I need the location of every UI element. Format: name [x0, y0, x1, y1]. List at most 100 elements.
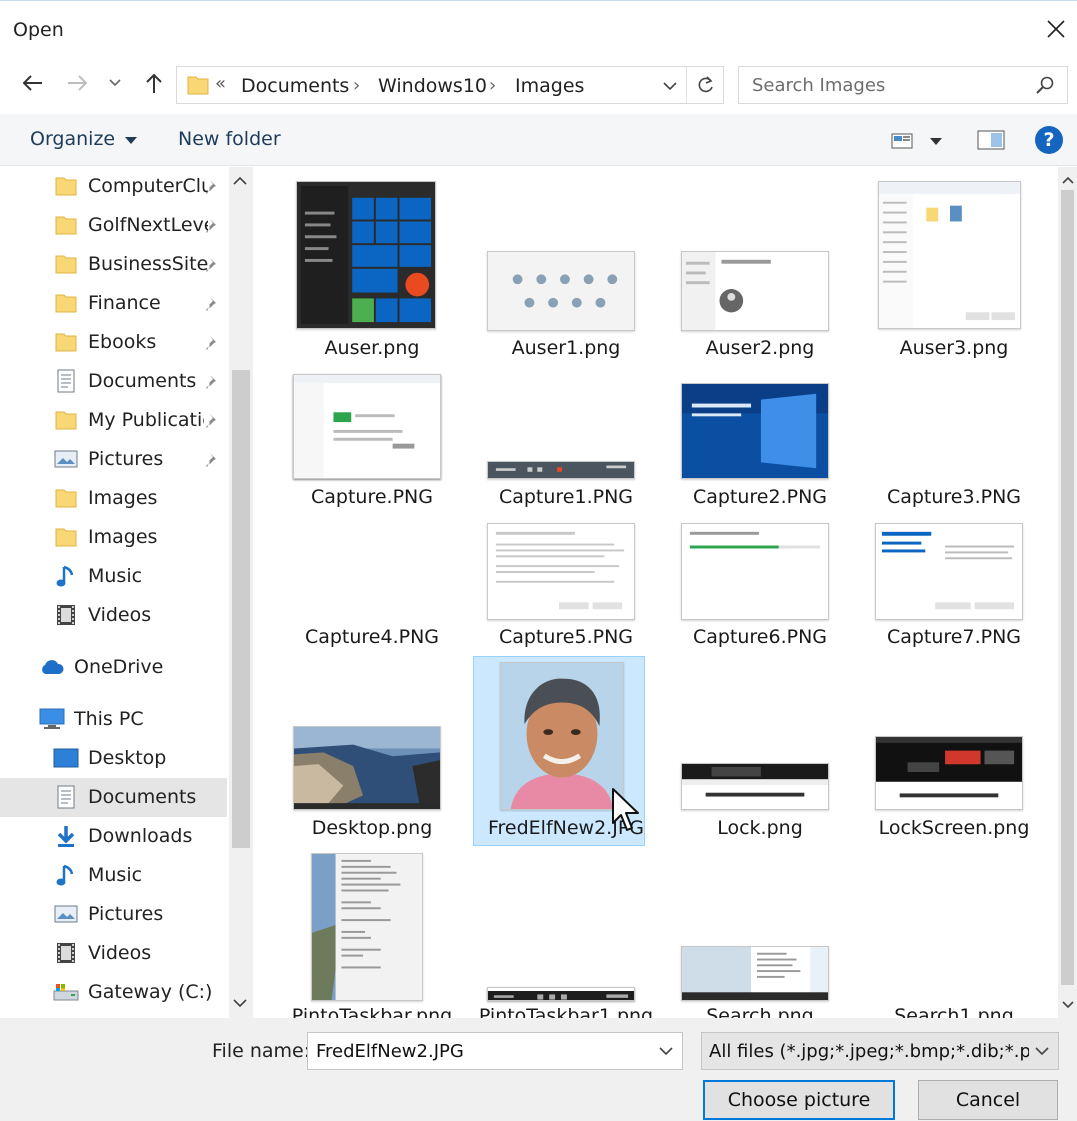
file-thumbnail[interactable]	[681, 383, 829, 479]
nav-scroll-thumb[interactable]	[232, 370, 250, 848]
change-view-icon[interactable]	[891, 132, 913, 150]
file-name-auser2-png[interactable]: Auser2.png	[665, 337, 855, 359]
recent-locations-button[interactable]	[103, 68, 127, 98]
file-name-lock-png[interactable]: Lock.png	[665, 817, 855, 839]
breadcrumb-documents[interactable]: Documents	[241, 75, 349, 97]
file-thumbnail[interactable]	[500, 662, 624, 810]
file-thumbnail[interactable]	[293, 374, 441, 479]
file-name-search-png[interactable]: Search.png	[665, 1005, 855, 1018]
file-name-auser1-png[interactable]: Auser1.png	[471, 337, 661, 359]
file-name-capture7-png[interactable]: Capture7.PNG	[859, 626, 1049, 648]
file-thumbnail[interactable]	[681, 763, 829, 810]
file-name-input[interactable]	[309, 1034, 639, 1068]
file-thumbnail[interactable]	[293, 726, 441, 810]
nav-item-videos-quick[interactable]: Videos	[53, 597, 151, 633]
file-thumbnail[interactable]	[878, 181, 1021, 329]
pin-icon[interactable]	[204, 178, 222, 196]
nav-item-ebooks[interactable]: Ebooks	[53, 324, 156, 360]
file-thumbnail[interactable]	[681, 523, 829, 620]
file-name-capture5-png[interactable]: Capture5.PNG	[471, 626, 661, 648]
breadcrumb-separator-icon[interactable]: ›	[489, 75, 496, 96]
nav-item-pictures[interactable]: Pictures	[53, 896, 163, 932]
file-name-desktop-png[interactable]: Desktop.png	[277, 817, 467, 839]
nav-item-documents-quick[interactable]: Documents	[53, 363, 196, 399]
pin-icon[interactable]	[204, 451, 222, 469]
file-name-capture1-png[interactable]: Capture1.PNG	[471, 486, 661, 508]
nav-item-documents[interactable]: Documents	[53, 779, 196, 815]
file-name-capture4-png[interactable]: Capture4.PNG	[277, 626, 467, 648]
breadcrumb-separator-icon[interactable]: ›	[353, 75, 360, 96]
file-thumbnail[interactable]	[311, 853, 423, 1001]
scroll-down-arrow-icon[interactable]	[233, 998, 247, 1008]
scroll-up-arrow-icon[interactable]	[1062, 176, 1074, 185]
file-name-dropdown-button[interactable]	[654, 1039, 678, 1063]
file-scroll-thumb[interactable]	[1061, 190, 1074, 985]
file-thumbnail[interactable]	[487, 987, 635, 1001]
file-name-search1-png[interactable]: Search1.png	[859, 1005, 1049, 1018]
chevron-down-icon	[659, 1046, 673, 1055]
nav-item-this-pc[interactable]: This PC	[39, 701, 144, 737]
file-thumbnail[interactable]	[487, 523, 635, 620]
nav-item-drive-c[interactable]: Gateway (C:)	[53, 974, 212, 1010]
address-dropdown-button[interactable]	[655, 73, 685, 99]
file-type-select[interactable]: All files (*.jpg;*.jpeg;*.bmp;*.dib;*.pn…	[701, 1032, 1059, 1070]
address-bar[interactable]: « Documents › Windows10 › Images	[176, 66, 724, 104]
file-name-capture-png[interactable]: Capture.PNG	[277, 486, 467, 508]
file-thumbnail[interactable]	[875, 736, 1023, 810]
close-button[interactable]	[1037, 9, 1075, 49]
nav-item-desktop[interactable]: Desktop	[53, 740, 166, 776]
pin-icon[interactable]	[204, 412, 222, 430]
nav-item-downloads[interactable]: Downloads	[53, 818, 192, 854]
nav-item-music[interactable]: Music	[53, 857, 142, 893]
file-name-auser3-png[interactable]: Auser3.png	[859, 337, 1049, 359]
nav-item-computerclub[interactable]: ComputerClu	[53, 168, 208, 204]
up-button[interactable]	[139, 68, 169, 98]
scroll-down-arrow-icon[interactable]	[1062, 1000, 1074, 1009]
pin-icon[interactable]	[204, 217, 222, 235]
help-icon[interactable]: ?	[1035, 126, 1063, 154]
nav-item-finance[interactable]: Finance	[53, 285, 161, 321]
pin-icon[interactable]	[204, 295, 222, 313]
organize-button[interactable]: Organize	[30, 128, 138, 150]
file-thumbnail[interactable]	[487, 251, 635, 331]
file-name-pintotaskbar1-png[interactable]: PintoTaskbar1.png	[471, 1005, 661, 1018]
nav-item-music-quick[interactable]: Music	[53, 558, 142, 594]
nav-item-businesssites[interactable]: BusinessSites	[53, 246, 208, 282]
file-thumbnail[interactable]	[681, 251, 829, 331]
overflow-crumb[interactable]: «	[215, 73, 226, 94]
file-thumbnail[interactable]	[681, 946, 829, 1001]
breadcrumb-images[interactable]: Images	[515, 75, 584, 97]
nav-item-images-2[interactable]: Images	[53, 519, 157, 555]
file-name-capture2-png[interactable]: Capture2.PNG	[665, 486, 855, 508]
file-name-capture6-png[interactable]: Capture6.PNG	[665, 626, 855, 648]
file-name-pintotaskbar-png[interactable]: PintoTaskbar.png	[277, 1005, 467, 1018]
back-button[interactable]	[17, 68, 47, 98]
search-input[interactable]	[740, 68, 1020, 102]
file-thumbnail[interactable]	[487, 461, 635, 479]
file-name-capture3-png[interactable]: Capture3.PNG	[859, 486, 1049, 508]
nav-item-pictures-quick[interactable]: Pictures	[53, 441, 163, 477]
file-name-auser-png[interactable]: Auser.png	[277, 337, 467, 359]
cancel-button[interactable]: Cancel	[918, 1080, 1058, 1120]
forward-button[interactable]	[63, 68, 93, 98]
refresh-button[interactable]	[686, 67, 724, 103]
nav-item-videos[interactable]: Videos	[53, 935, 151, 971]
scroll-up-arrow-icon[interactable]	[233, 176, 247, 186]
nav-item-onedrive[interactable]: OneDrive	[39, 649, 163, 685]
pin-icon[interactable]	[204, 334, 222, 352]
pin-icon[interactable]	[204, 256, 222, 274]
search-icon[interactable]	[1035, 75, 1055, 95]
new-folder-button[interactable]: New folder	[178, 128, 281, 150]
preview-pane-icon[interactable]	[977, 130, 1005, 150]
breadcrumb-windows10[interactable]: Windows10	[378, 75, 487, 97]
pin-icon[interactable]	[204, 373, 222, 391]
nav-item-golfnextlevel[interactable]: GolfNextLeve	[53, 207, 208, 243]
nav-item-images-1[interactable]: Images	[53, 480, 157, 516]
file-thumbnail[interactable]	[875, 523, 1023, 620]
choose-picture-button[interactable]: Choose picture	[703, 1080, 895, 1120]
file-name-lockscreen-png[interactable]: LockScreen.png	[859, 817, 1049, 839]
nav-item-my-publications[interactable]: My Publicatic	[53, 402, 204, 438]
file-type-dropdown-button[interactable]	[1030, 1039, 1054, 1063]
view-options-caret-icon[interactable]	[930, 138, 942, 146]
file-thumbnail[interactable]	[296, 181, 436, 329]
